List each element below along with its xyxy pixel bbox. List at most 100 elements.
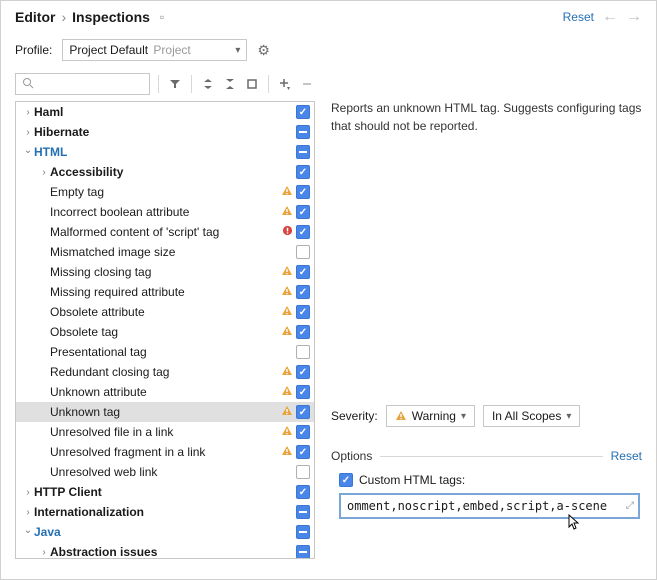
inspection-checkbox[interactable] xyxy=(296,385,310,399)
inspection-checkbox[interactable] xyxy=(296,345,310,359)
tree-row[interactable]: Empty tag xyxy=(16,182,314,202)
reset-default-icon[interactable] xyxy=(244,76,260,92)
inspection-checkbox[interactable] xyxy=(296,325,310,339)
chevron-right-icon[interactable]: › xyxy=(38,167,50,178)
tree-row[interactable]: Obsolete tag xyxy=(16,322,314,342)
cursor-icon xyxy=(568,514,582,537)
severity-select[interactable]: Warning ▾ xyxy=(386,405,475,427)
expand-icon[interactable]: ⤢ xyxy=(626,501,634,512)
tree-label: Abstraction issues xyxy=(50,545,270,559)
svg-text:▾: ▾ xyxy=(287,86,290,91)
inspection-checkbox[interactable] xyxy=(296,525,310,539)
inspection-checkbox[interactable] xyxy=(296,285,310,299)
breadcrumb-editor[interactable]: Editor xyxy=(15,9,55,25)
gear-icon[interactable]: ⚙ xyxy=(257,42,270,59)
chevron-down-icon: ▾ xyxy=(235,45,240,56)
tree-row[interactable]: Redundant closing tag xyxy=(16,362,314,382)
tree-label: Empty tag xyxy=(50,185,270,199)
inspection-checkbox[interactable] xyxy=(296,165,310,179)
inspection-checkbox[interactable] xyxy=(296,185,310,199)
tree-row[interactable]: Obsolete attribute xyxy=(16,302,314,322)
chevron-right-icon[interactable]: › xyxy=(38,547,50,558)
tree-row[interactable]: Unknown attribute xyxy=(16,382,314,402)
tree-row[interactable]: ›Accessibility xyxy=(16,162,314,182)
warning-icon xyxy=(281,365,293,380)
tree-label: Obsolete attribute xyxy=(50,305,270,319)
tree-row[interactable]: ›Haml xyxy=(16,102,314,122)
tree-label: Accessibility xyxy=(50,165,270,179)
tree-row[interactable]: Malformed content of 'script' tag xyxy=(16,222,314,242)
options-title: Options xyxy=(331,449,372,463)
inspection-checkbox[interactable] xyxy=(296,145,310,159)
search-input[interactable] xyxy=(15,73,150,95)
tree-row[interactable]: ⌄Java xyxy=(16,522,314,542)
collapse-icon[interactable]: ▫ xyxy=(160,10,164,24)
inspection-checkbox[interactable] xyxy=(296,365,310,379)
tree-label: Presentational tag xyxy=(50,345,270,359)
severity-label: Severity: xyxy=(331,409,378,423)
profile-label: Profile: xyxy=(15,43,52,57)
chevron-down-icon: ▾ xyxy=(461,411,466,422)
tree-label: Obsolete tag xyxy=(50,325,270,339)
custom-tags-input[interactable]: omment,noscript,embed,script,a-scene ⤢ xyxy=(339,493,640,519)
inspection-checkbox[interactable] xyxy=(296,485,310,499)
tree-row[interactable]: Mismatched image size xyxy=(16,242,314,262)
tree-row[interactable]: Missing required attribute xyxy=(16,282,314,302)
filter-icon[interactable] xyxy=(167,76,183,92)
profile-select[interactable]: Project Default Project ▾ xyxy=(62,39,247,61)
warning-icon xyxy=(281,425,293,440)
inspection-checkbox[interactable] xyxy=(296,405,310,419)
tree-row[interactable]: ›HTTP Client xyxy=(16,482,314,502)
inspection-checkbox[interactable] xyxy=(296,105,310,119)
chevron-right-icon[interactable]: › xyxy=(22,487,34,498)
tree-row[interactable]: Presentational tag xyxy=(16,342,314,362)
collapse-all-icon[interactable] xyxy=(222,76,238,92)
remove-icon[interactable] xyxy=(299,76,315,92)
tree-label: Redundant closing tag xyxy=(50,365,270,379)
tree-row[interactable]: Unresolved fragment in a link xyxy=(16,442,314,462)
tree-row[interactable]: Unknown tag xyxy=(16,402,314,422)
inspection-checkbox[interactable] xyxy=(296,125,310,139)
scope-value: In All Scopes xyxy=(492,409,561,423)
inspection-checkbox[interactable] xyxy=(296,465,310,479)
warning-icon xyxy=(281,325,293,340)
options-reset[interactable]: Reset xyxy=(611,449,642,463)
chevron-down-icon[interactable]: ⌄ xyxy=(22,145,34,156)
tree-row[interactable]: Incorrect boolean attribute xyxy=(16,202,314,222)
inspection-checkbox[interactable] xyxy=(296,305,310,319)
inspection-checkbox[interactable] xyxy=(296,545,310,559)
chevron-right-icon[interactable]: › xyxy=(22,127,34,138)
inspection-checkbox[interactable] xyxy=(296,205,310,219)
tree-label: Incorrect boolean attribute xyxy=(50,205,270,219)
custom-tags-checkbox[interactable] xyxy=(339,473,353,487)
inspection-checkbox[interactable] xyxy=(296,445,310,459)
inspection-checkbox[interactable] xyxy=(296,505,310,519)
chevron-right-icon[interactable]: › xyxy=(22,107,34,118)
tree-label: Unresolved web link xyxy=(50,465,270,479)
add-icon[interactable]: ▾ xyxy=(277,76,293,92)
chevron-right-icon[interactable]: › xyxy=(22,507,34,518)
tree-label: Java xyxy=(34,525,270,539)
profile-sub: Project xyxy=(153,43,190,57)
tree-label: Malformed content of 'script' tag xyxy=(50,225,270,239)
tree-label: Unknown attribute xyxy=(50,385,270,399)
tree-row[interactable]: ›Abstraction issues xyxy=(16,542,314,559)
inspection-tree[interactable]: ›Haml›Hibernate⌄HTML›AccessibilityEmpty … xyxy=(15,101,315,559)
scope-select[interactable]: In All Scopes ▾ xyxy=(483,405,580,427)
expand-all-icon[interactable] xyxy=(200,76,216,92)
tree-row[interactable]: Unresolved file in a link xyxy=(16,422,314,442)
inspection-checkbox[interactable] xyxy=(296,245,310,259)
tree-row[interactable]: ›Internationalization xyxy=(16,502,314,522)
inspection-checkbox[interactable] xyxy=(296,265,310,279)
tree-row[interactable]: ›Hibernate xyxy=(16,122,314,142)
warning-icon xyxy=(281,265,293,280)
tree-row[interactable]: Unresolved web link xyxy=(16,462,314,482)
inspection-checkbox[interactable] xyxy=(296,425,310,439)
tree-row[interactable]: Missing closing tag xyxy=(16,262,314,282)
tree-row[interactable]: ⌄HTML xyxy=(16,142,314,162)
inspection-description: Reports an unknown HTML tag. Suggests co… xyxy=(331,99,642,135)
inspection-checkbox[interactable] xyxy=(296,225,310,239)
chevron-down-icon[interactable]: ⌄ xyxy=(22,525,34,536)
reset-button[interactable]: Reset xyxy=(563,10,594,24)
chevron-down-icon: ▾ xyxy=(566,411,571,422)
